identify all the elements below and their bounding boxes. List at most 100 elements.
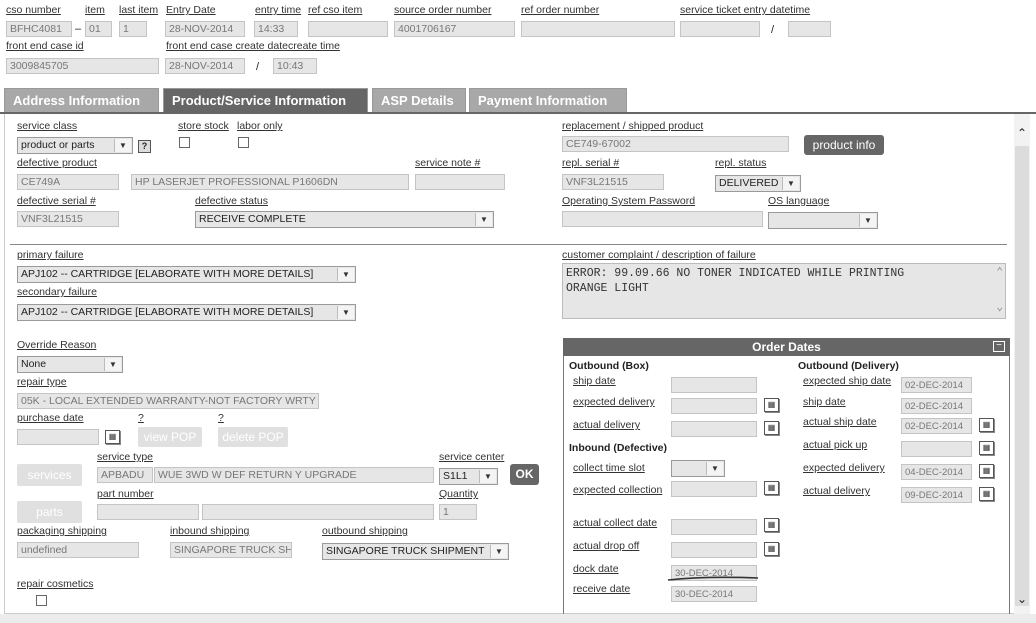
source-order-field[interactable]: 4001706167	[394, 21, 515, 37]
defective-status-label: defective status	[195, 195, 268, 207]
part-number-field[interactable]	[97, 504, 199, 520]
ok-button[interactable]: OK	[510, 464, 539, 485]
service-type-code-field[interactable]: APBADU	[97, 467, 153, 483]
defective-product-desc-field[interactable]: HP LASERJET PROFESSIONAL P1606DN	[131, 174, 409, 190]
calendar-icon[interactable]: ▦	[764, 542, 779, 556]
secondary-failure-select[interactable]: APJ102 -- CARTRIDGE [ELABORATE WITH MORE…	[17, 304, 356, 321]
tab-product-service-information[interactable]: Product/Service Information	[163, 88, 368, 112]
repl-status-select[interactable]: DELIVERED ▼	[715, 175, 801, 192]
delete-pop-button[interactable]: delete POP	[218, 427, 288, 447]
delete-pop-help[interactable]: ?	[218, 412, 224, 424]
purchase-date-label: purchase date	[17, 412, 84, 424]
service-ticket-date-field[interactable]	[680, 21, 760, 37]
dash-separator: –	[75, 23, 82, 35]
expected-ship-date-field[interactable]: 02-DEC-2014	[901, 377, 972, 393]
os-language-select[interactable]: ▼	[768, 212, 878, 229]
packaging-shipping-field[interactable]: undefined	[17, 542, 139, 558]
calendar-icon[interactable]: ▦	[979, 487, 994, 501]
inbound-shipping-field[interactable]: SINGAPORE TRUCK SHIP	[170, 542, 292, 558]
actual-collect-date-field[interactable]	[671, 519, 757, 535]
actual-pick-up-field[interactable]	[901, 441, 972, 457]
defective-product-field[interactable]: CE749A	[17, 174, 119, 190]
delivery-actual-delivery-field[interactable]: 09-DEC-2014	[901, 487, 972, 503]
delivery-expected-delivery-label: expected delivery	[803, 462, 885, 474]
scrollbar[interactable]: ⌃ ⌄	[1014, 114, 1030, 614]
front-end-case-field[interactable]: 3009845705	[6, 58, 159, 74]
chevron-down-icon: ▼	[337, 268, 354, 281]
view-pop-button[interactable]: view POP	[138, 427, 202, 447]
calendar-icon[interactable]: ▦	[764, 518, 779, 532]
entry-date-field[interactable]: 28-NOV-2014	[165, 21, 245, 37]
actual-ship-date-field[interactable]: 02-DEC-2014	[901, 418, 972, 434]
ref-cso-item-label: ref cso item	[308, 4, 363, 16]
scroll-up-icon[interactable]: ⌃	[1016, 126, 1028, 140]
repair-type-field[interactable]: 05K - LOCAL EXTENDED WARRANTY-NOT FACTOR…	[17, 393, 319, 409]
part-desc-field[interactable]	[202, 504, 434, 520]
parts-button[interactable]: parts	[17, 501, 82, 523]
quantity-field[interactable]: 1	[439, 504, 477, 520]
scroll-down-icon[interactable]: ⌄	[1016, 592, 1028, 606]
item-field[interactable]: 01	[85, 21, 112, 37]
purchase-date-field[interactable]	[17, 429, 99, 445]
defective-serial-field[interactable]: VNF3L21515	[17, 211, 119, 227]
calendar-icon[interactable]: ▦	[764, 421, 779, 435]
repair-cosmetics-checkbox[interactable]	[36, 595, 47, 606]
collect-time-slot-select[interactable]: ▼	[671, 460, 725, 477]
calendar-icon[interactable]: ▦	[764, 481, 779, 495]
delivery-expected-delivery-field[interactable]: 04-DEC-2014	[901, 464, 972, 480]
service-ticket-time-field[interactable]	[788, 21, 831, 37]
actual-delivery-field[interactable]	[671, 421, 757, 437]
expected-delivery-field[interactable]	[671, 398, 757, 414]
primary-failure-select[interactable]: APJ102 -- CARTRIDGE [ELABORATE WITH MORE…	[17, 266, 356, 283]
service-type-desc-field[interactable]: WUE 3WD W DEF RETURN Y UPGRADE	[154, 467, 434, 483]
collapse-icon[interactable]: −	[993, 341, 1005, 352]
front-end-create-time-field[interactable]: 10:43	[273, 58, 317, 74]
services-button[interactable]: services	[17, 464, 82, 486]
service-class-select[interactable]: product or parts ▼	[17, 137, 133, 154]
calendar-icon[interactable]: ▦	[979, 441, 994, 455]
delivery-ship-date-field[interactable]: 02-DEC-2014	[901, 398, 972, 414]
actual-collect-date-label: actual collect date	[573, 517, 658, 529]
tab-asp-details[interactable]: ASP Details	[372, 88, 466, 112]
ref-order-field[interactable]	[521, 21, 675, 37]
receive-date-field[interactable]: 30-DEC-2014	[671, 586, 757, 602]
service-note-field[interactable]	[415, 174, 505, 190]
complaint-textarea[interactable]: ERROR: 99.09.66 NO TONER INDICATED WHILE…	[562, 263, 1006, 319]
last-item-label: last item	[119, 4, 159, 16]
override-reason-select[interactable]: None ▼	[17, 356, 123, 373]
service-center-select[interactable]: S1L1 ▼	[439, 468, 498, 485]
scrollbar-thumb[interactable]	[1015, 146, 1029, 606]
order-dates-title: Order Dates	[563, 338, 1010, 356]
tab-payment-information[interactable]: Payment Information	[469, 88, 627, 112]
calendar-icon[interactable]: ▦	[979, 464, 994, 478]
store-stock-checkbox[interactable]	[179, 137, 190, 148]
entry-time-field[interactable]: 14:33	[254, 21, 298, 37]
chevron-down-icon: ▼	[114, 139, 131, 152]
expected-collection-field[interactable]	[671, 481, 757, 497]
help-icon[interactable]: ?	[138, 140, 151, 153]
calendar-icon[interactable]: ▦	[979, 418, 994, 432]
replacement-field[interactable]: CE749-67002	[562, 136, 789, 152]
last-item-field[interactable]: 1	[119, 21, 147, 37]
repl-serial-field[interactable]: VNF3L21515	[562, 174, 664, 190]
chevron-up-icon[interactable]: ⌃	[996, 266, 1003, 281]
repair-cosmetics-label: repair cosmetics	[17, 578, 94, 590]
complaint-line: ERROR: 99.09.66 NO TONER INDICATED WHILE…	[566, 267, 905, 280]
view-pop-help[interactable]: ?	[138, 412, 144, 424]
labor-only-checkbox[interactable]	[238, 137, 249, 148]
ref-order-label: ref order number	[521, 4, 600, 16]
outbound-shipping-select[interactable]: SINGAPORE TRUCK SHIPMENT ▼	[322, 543, 509, 560]
ref-cso-item-field[interactable]	[308, 21, 388, 37]
tab-address-information[interactable]: Address Information	[4, 88, 159, 112]
os-password-field[interactable]	[562, 211, 763, 227]
product-info-button[interactable]: product info	[804, 135, 884, 155]
ship-date-field[interactable]	[671, 377, 757, 393]
calendar-icon[interactable]: ▦	[105, 430, 120, 444]
calendar-icon[interactable]: ▦	[764, 398, 779, 412]
cso-number-field[interactable]: BFHC4081	[6, 21, 72, 37]
defective-status-select[interactable]: RECEIVE COMPLETE ▼	[195, 211, 494, 228]
front-end-create-date-field[interactable]: 28-NOV-2014	[165, 58, 245, 74]
actual-drop-off-field[interactable]	[671, 542, 757, 558]
defective-status-value: RECEIVE COMPLETE	[199, 213, 306, 225]
chevron-down-icon[interactable]: ⌄	[996, 301, 1003, 316]
